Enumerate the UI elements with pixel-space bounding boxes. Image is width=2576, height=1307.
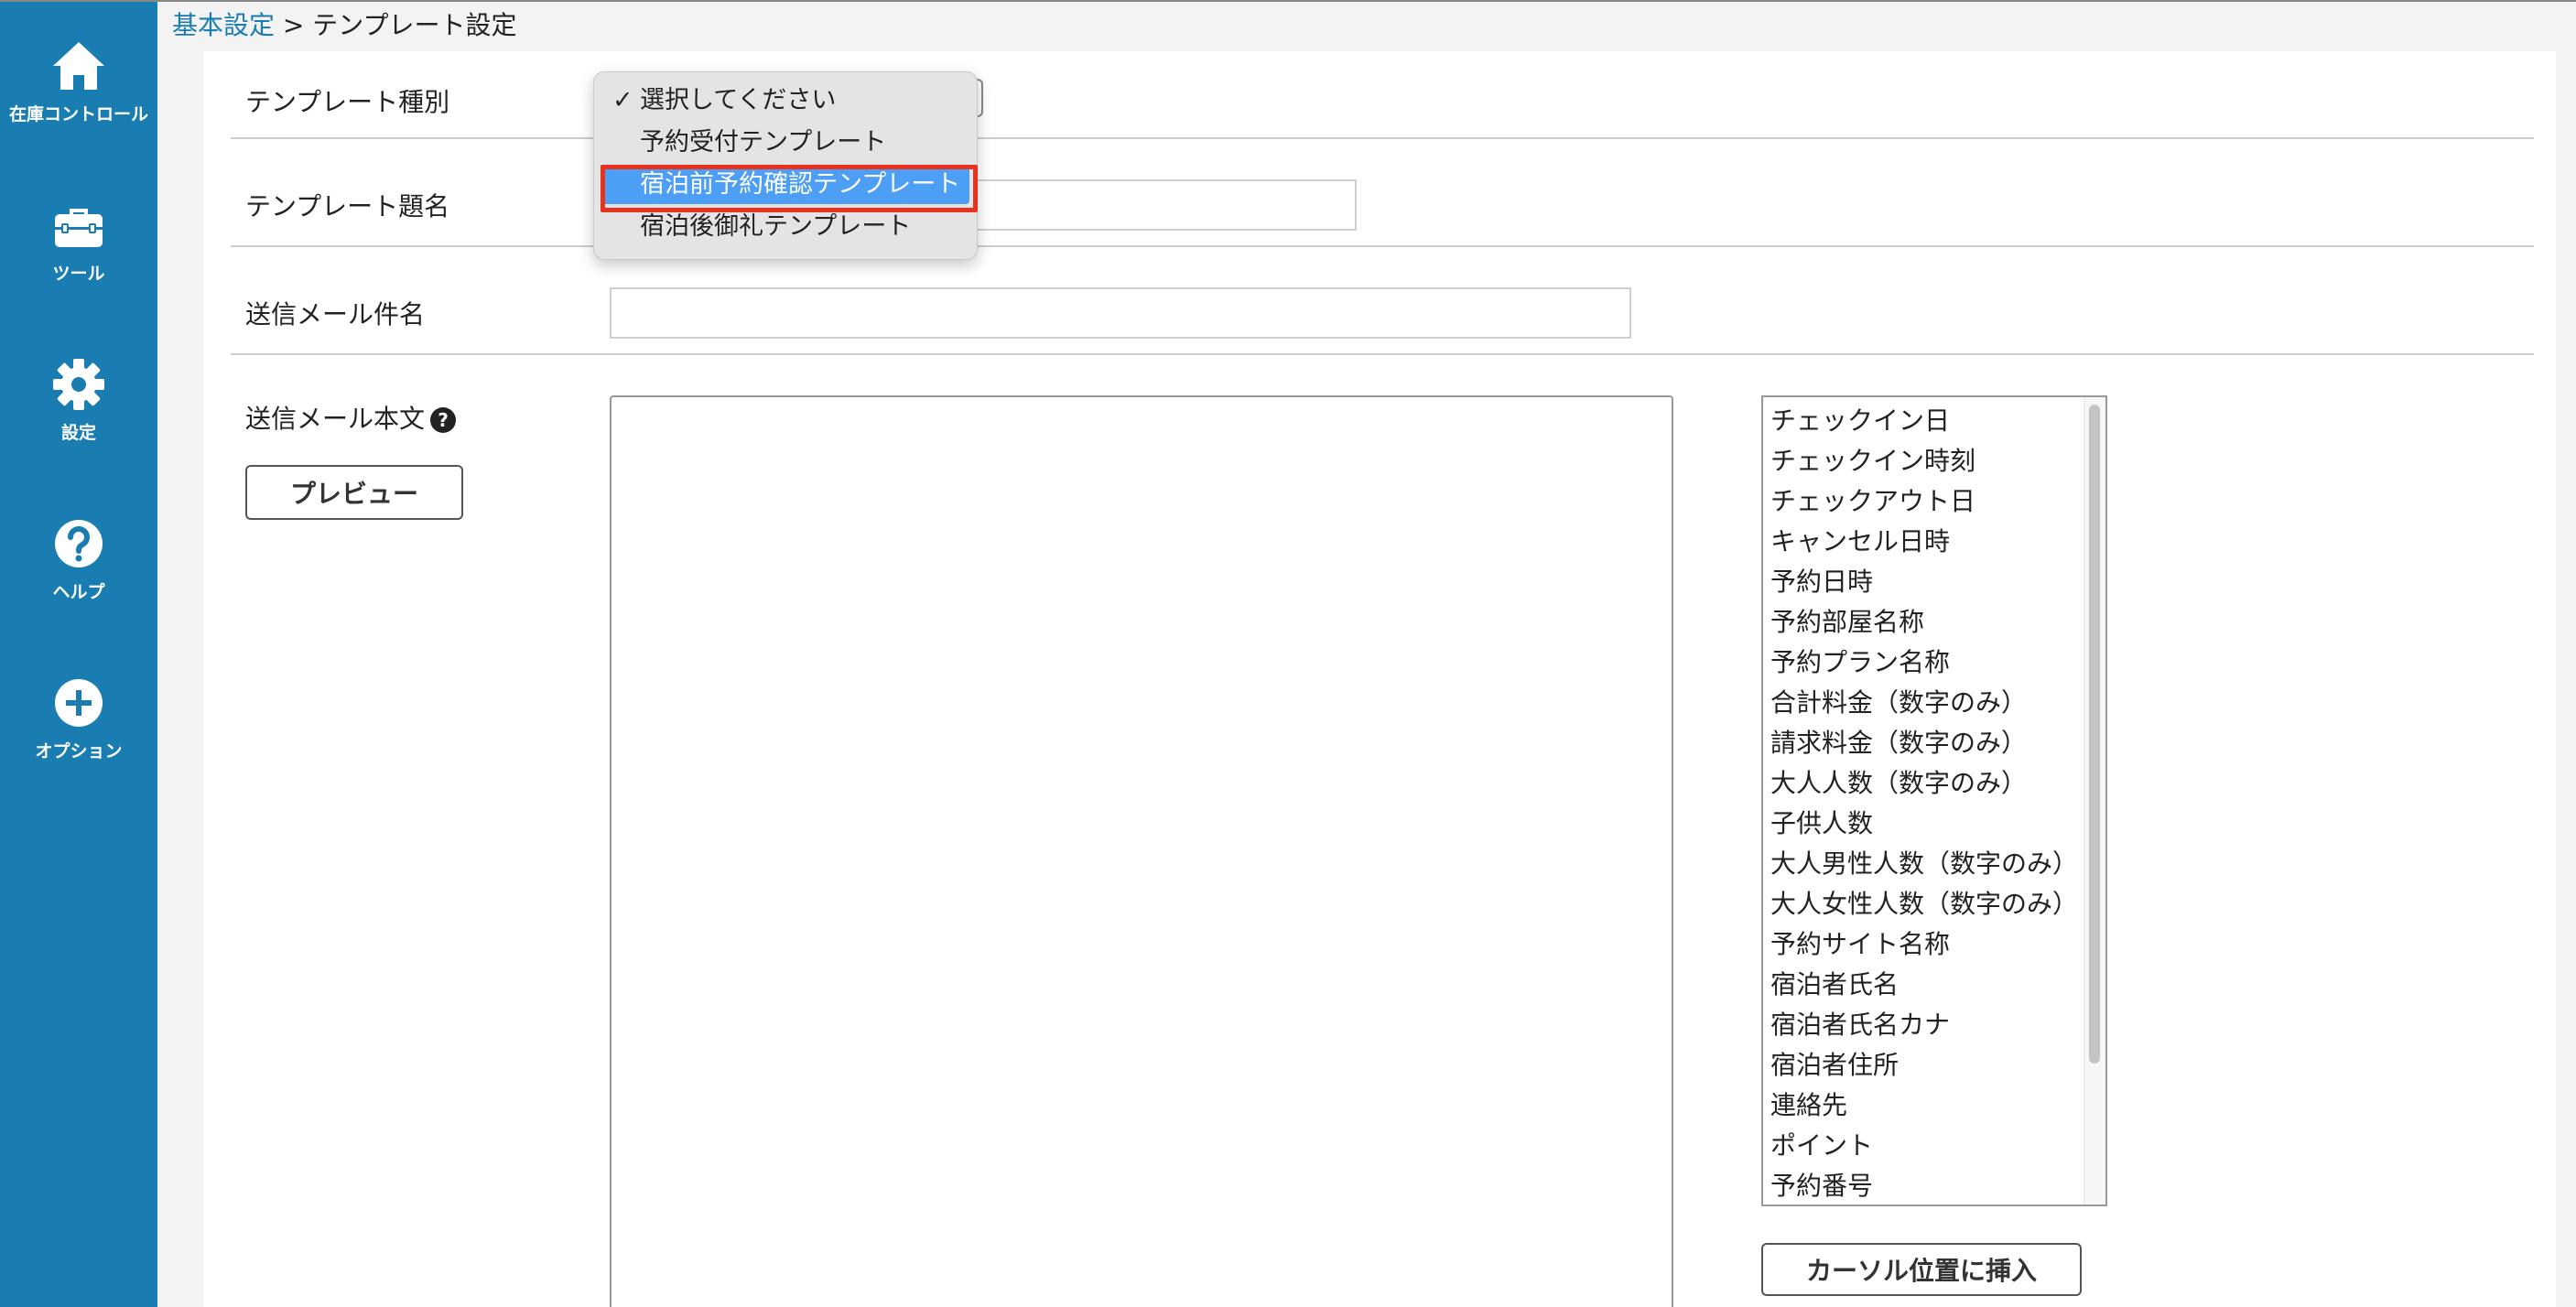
template-type-dropdown-menu: ✓ 選択してください 予約受付テンプレート 宿泊前予約確認テンプレート 宿泊後御… — [593, 71, 978, 260]
sidebar: 在庫コントロール ツール 設定 ヘルプ オプション — [0, 2, 157, 1307]
divider — [231, 137, 2534, 139]
help-circle-icon — [55, 520, 103, 567]
variable-option[interactable]: チェックイン日 — [1770, 401, 1950, 441]
divider — [231, 353, 2534, 355]
scrollbar-track[interactable] — [2084, 397, 2105, 1204]
variable-option[interactable]: 予約部屋名称 — [1770, 602, 1924, 643]
dropdown-option-post-stay-thanks[interactable]: 宿泊後御礼テンプレート — [601, 208, 969, 246]
breadcrumb-current: テンプレート設定 — [312, 10, 517, 40]
dropdown-option-label: 予約受付テンプレート — [640, 128, 887, 157]
variable-option[interactable]: 予約プラン名称 — [1770, 643, 1950, 683]
scrollbar-thumb[interactable] — [2089, 405, 2100, 1064]
sidebar-item-help[interactable]: ヘルプ — [0, 514, 157, 633]
variable-option[interactable]: 大人男性人数（数字のみ） — [1770, 844, 2078, 884]
breadcrumb-separator: > — [275, 10, 313, 40]
sidebar-item-label: 設定 — [60, 423, 96, 443]
variable-option[interactable]: 合計料金（数字のみ） — [1770, 683, 2027, 723]
subject-label: 送信メール件名 — [245, 299, 426, 329]
sidebar-item-inventory-control[interactable]: 在庫コントロール — [0, 37, 157, 156]
variable-option[interactable]: 連絡先 — [1770, 1086, 1847, 1126]
body-textarea[interactable] — [610, 395, 1673, 1307]
variable-option[interactable]: ポイント — [1770, 1126, 1873, 1166]
sidebar-item-settings[interactable]: 設定 — [0, 355, 157, 474]
dropdown-option-pre-stay-confirmation[interactable]: 宿泊前予約確認テンプレート — [601, 166, 969, 204]
breadcrumb-link-basic-settings[interactable]: 基本設定 — [172, 10, 275, 40]
variable-option[interactable]: 宿泊者氏名カナ — [1770, 1005, 1950, 1045]
sidebar-item-label: ヘルプ — [52, 582, 105, 602]
variable-option[interactable]: 予約番号 — [1770, 1166, 1873, 1204]
variable-listbox[interactable]: チェックイン日 チェックイン時刻 チェックアウト日 キャンセル日時 予約日時 予約部屋名称… — [1761, 395, 2107, 1206]
variable-option[interactable]: 子供人数 — [1770, 804, 1873, 844]
subject-input[interactable] — [610, 287, 1631, 339]
divider — [231, 245, 2534, 247]
variable-option[interactable]: 予約サイト名称 — [1770, 924, 1950, 965]
insert-at-cursor-button[interactable]: カーソル位置に挿入 — [1761, 1243, 2082, 1296]
preview-button[interactable]: プレビュー — [245, 465, 463, 520]
dropdown-option-label: 宿泊後御礼テンプレート — [640, 212, 912, 241]
body-label: 送信メール本文? — [245, 399, 457, 436]
variable-option[interactable]: 大人人数（数字のみ） — [1770, 763, 2027, 804]
help-icon[interactable]: ? — [430, 407, 457, 433]
toolbox-icon — [55, 209, 103, 247]
dropdown-option-label: 宿泊前予約確認テンプレート — [640, 170, 961, 199]
variable-option[interactable]: チェックイン時刻 — [1770, 441, 1975, 481]
sidebar-item-options[interactable]: オプション — [0, 674, 157, 793]
sidebar-item-label: ツール — [52, 264, 105, 284]
sidebar-item-tools[interactable]: ツール — [0, 196, 157, 315]
variable-option[interactable]: 宿泊者氏名 — [1770, 965, 1899, 1005]
checkmark-icon: ✓ — [612, 86, 633, 114]
template-title-input[interactable] — [970, 179, 1357, 231]
variable-option[interactable]: チェックアウト日 — [1770, 481, 1975, 522]
dropdown-option-placeholder[interactable]: ✓ 選択してください — [601, 81, 969, 120]
variable-option[interactable]: 大人女性人数（数字のみ） — [1770, 884, 2078, 924]
variable-option[interactable]: キャンセル日時 — [1770, 522, 1950, 562]
template-type-label: テンプレート種別 — [245, 87, 450, 117]
breadcrumb: 基本設定 > テンプレート設定 — [172, 7, 516, 44]
variable-option[interactable]: 予約日時 — [1770, 562, 1873, 602]
gear-icon — [53, 359, 104, 410]
variable-option[interactable]: 宿泊者住所 — [1770, 1045, 1899, 1086]
template-title-label: テンプレート題名 — [245, 191, 450, 221]
plus-circle-icon — [55, 679, 103, 727]
top-border — [0, 0, 2576, 2]
dropdown-option-reservation-received[interactable]: 予約受付テンプレート — [601, 124, 969, 162]
home-icon — [53, 42, 104, 90]
dropdown-option-label: 選択してください — [640, 86, 837, 114]
body-label-text: 送信メール本文 — [245, 404, 426, 434]
sidebar-item-label: 在庫コントロール — [8, 104, 148, 124]
variable-option[interactable]: 請求料金（数字のみ） — [1770, 723, 2027, 763]
sidebar-item-label: オプション — [35, 741, 123, 762]
